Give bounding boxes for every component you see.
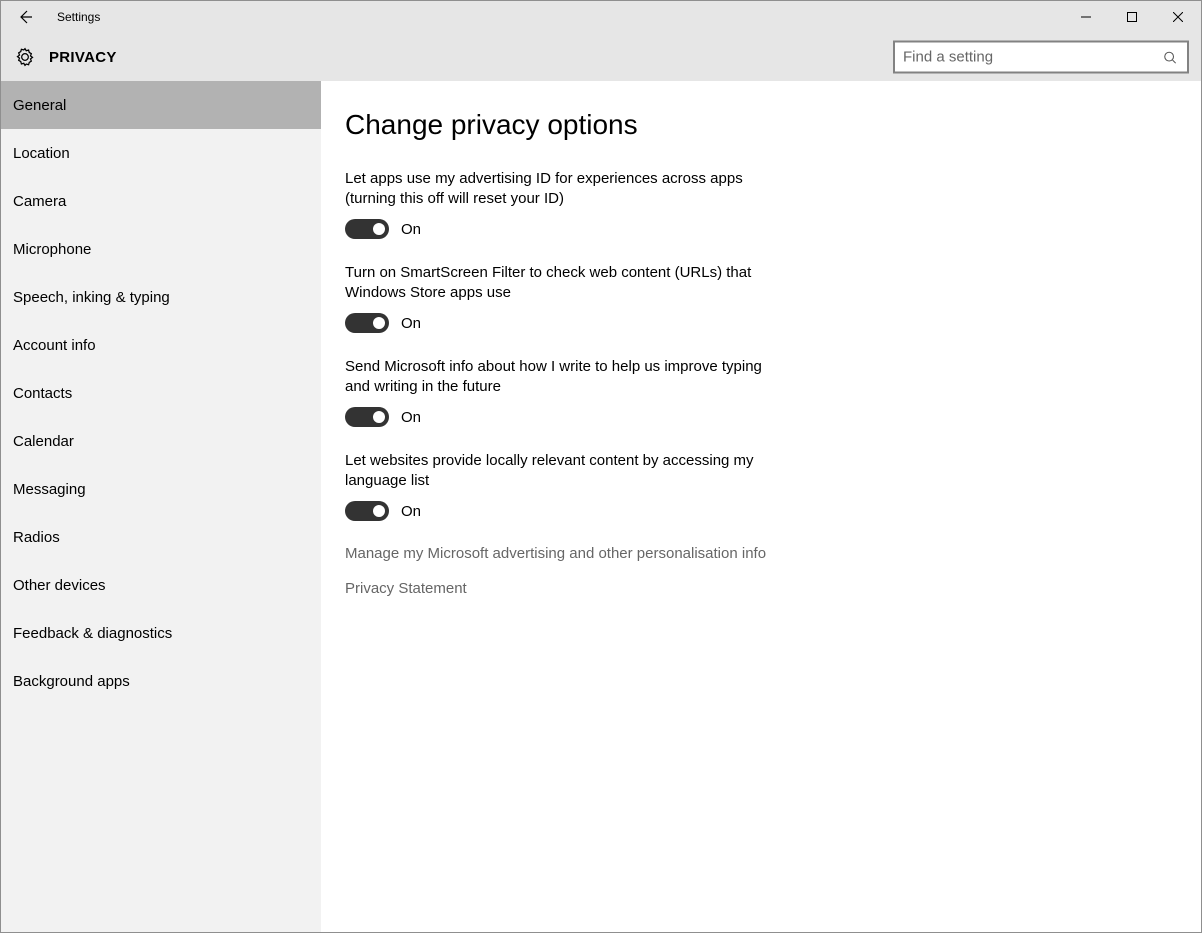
toggle-state-label: On (401, 221, 421, 238)
sidebar-item-feedback-diagnostics[interactable]: Feedback & diagnostics (1, 609, 321, 657)
maximize-icon (1127, 12, 1137, 22)
sidebar-item-label: Microphone (13, 241, 91, 258)
sidebar-item-messaging[interactable]: Messaging (1, 465, 321, 513)
maximize-button[interactable] (1109, 1, 1155, 33)
toggle-row: On (345, 219, 785, 239)
settings-gear-icon[interactable] (1, 47, 49, 67)
search-input[interactable] (895, 49, 1153, 66)
toggle-knob (373, 505, 385, 517)
privacy-option: Let websites provide locally relevant co… (345, 451, 785, 521)
sidebar-item-label: Calendar (13, 433, 74, 450)
content-link[interactable]: Privacy Statement (345, 580, 785, 597)
sidebar: General Location Camera Microphone Speech, i… (1, 81, 321, 932)
toggle-switch[interactable] (345, 219, 389, 239)
toggle-state-label: On (401, 409, 421, 426)
toggle-switch[interactable] (345, 407, 389, 427)
content-heading: Change privacy options (345, 109, 1177, 141)
sidebar-item-background-apps[interactable]: Background apps (1, 657, 321, 705)
window-title: Settings (49, 10, 100, 24)
option-label: Let apps use my advertising ID for exper… (345, 169, 785, 209)
option-label: Let websites provide locally relevant co… (345, 451, 785, 491)
close-button[interactable] (1155, 1, 1201, 33)
sidebar-item-label: Contacts (13, 385, 72, 402)
minimize-button[interactable] (1063, 1, 1109, 33)
sidebar-item-calendar[interactable]: Calendar (1, 417, 321, 465)
sidebar-item-label: Account info (13, 337, 96, 354)
toggle-switch[interactable] (345, 313, 389, 333)
body: General Location Camera Microphone Speech, i… (1, 81, 1201, 932)
sidebar-item-label: Camera (13, 193, 66, 210)
sidebar-item-location[interactable]: Location (1, 129, 321, 177)
sidebar-item-label: Feedback & diagnostics (13, 625, 172, 642)
toggle-knob (373, 317, 385, 329)
back-button[interactable] (1, 1, 49, 33)
privacy-option: Send Microsoft info about how I write to… (345, 357, 785, 427)
sidebar-item-other-devices[interactable]: Other devices (1, 561, 321, 609)
toggle-row: On (345, 407, 785, 427)
toggle-knob (373, 223, 385, 235)
sidebar-item-radios[interactable]: Radios (1, 513, 321, 561)
toggle-knob (373, 411, 385, 423)
sidebar-item-label: Other devices (13, 577, 106, 594)
toggle-switch[interactable] (345, 501, 389, 521)
content-link[interactable]: Manage my Microsoft advertising and othe… (345, 545, 785, 562)
back-arrow-icon (17, 9, 33, 25)
sidebar-item-speech-inking-typing[interactable]: Speech, inking & typing (1, 273, 321, 321)
close-icon (1173, 12, 1183, 22)
titlebar: Settings (1, 1, 1201, 33)
sidebar-item-label: General (13, 97, 66, 114)
sidebar-item-label: Radios (13, 529, 60, 546)
toggle-row: On (345, 313, 785, 333)
sidebar-item-label: Location (13, 145, 70, 162)
sidebar-item-label: Background apps (13, 673, 130, 690)
option-label: Turn on SmartScreen Filter to check web … (345, 263, 785, 303)
search-icon[interactable] (1153, 50, 1187, 64)
header: PRIVACY (1, 33, 1201, 81)
sidebar-item-camera[interactable]: Camera (1, 177, 321, 225)
content: Change privacy options Let apps use my a… (321, 81, 1201, 932)
page-title: PRIVACY (49, 49, 117, 66)
toggle-state-label: On (401, 315, 421, 332)
privacy-option: Let apps use my advertising ID for exper… (345, 169, 785, 239)
minimize-icon (1081, 12, 1091, 22)
privacy-option: Turn on SmartScreen Filter to check web … (345, 263, 785, 333)
sidebar-item-label: Speech, inking & typing (13, 289, 170, 306)
sidebar-item-microphone[interactable]: Microphone (1, 225, 321, 273)
sidebar-item-general[interactable]: General (1, 81, 321, 129)
window-controls (1063, 1, 1201, 33)
sidebar-item-account-info[interactable]: Account info (1, 321, 321, 369)
gear-icon (15, 47, 35, 67)
toggle-row: On (345, 501, 785, 521)
option-label: Send Microsoft info about how I write to… (345, 357, 785, 397)
toggle-state-label: On (401, 503, 421, 520)
sidebar-item-contacts[interactable]: Contacts (1, 369, 321, 417)
search-box[interactable] (893, 41, 1189, 74)
sidebar-item-label: Messaging (13, 481, 86, 498)
